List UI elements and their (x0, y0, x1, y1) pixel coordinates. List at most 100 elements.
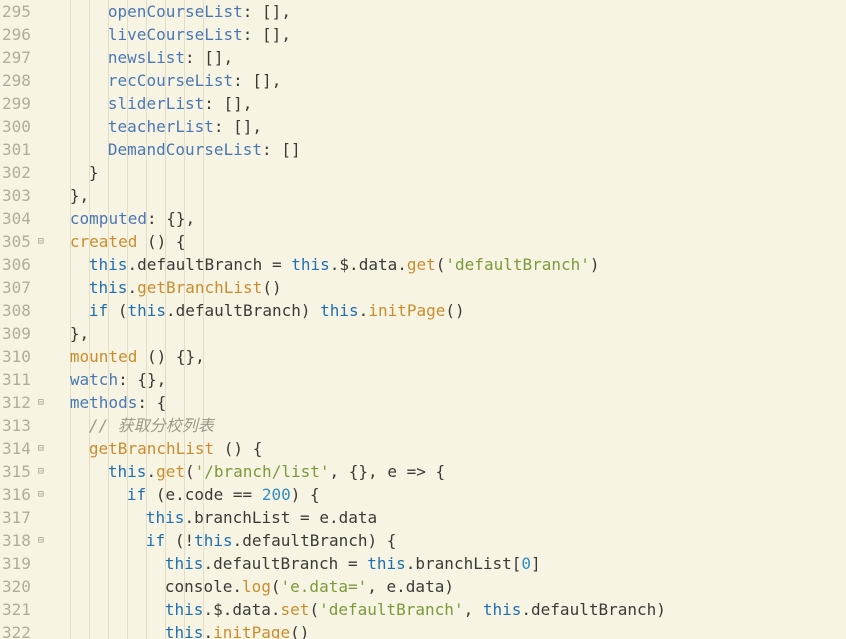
fold-marker (35, 345, 47, 368)
gutter: 2952962972982993003013023033043053063073… (0, 0, 47, 639)
code-line[interactable]: if (this.defaultBranch) this.initPage() (51, 299, 846, 322)
token-kw: this (146, 508, 185, 527)
code-line[interactable]: getBranchList () { (51, 437, 846, 460)
code-line[interactable]: liveCourseList: [], (51, 23, 846, 46)
code-line[interactable]: this.defaultBranch = this.$.data.get('de… (51, 253, 846, 276)
fold-marker[interactable]: ⊟ (35, 529, 47, 552)
fold-marker (35, 575, 47, 598)
code-line[interactable]: this.get('/branch/list', {}, e => { (51, 460, 846, 483)
token-punc: . (166, 301, 176, 320)
code-line[interactable]: } (51, 161, 846, 184)
fold-marker[interactable]: ⊟ (35, 230, 47, 253)
code-line[interactable]: created () { (51, 230, 846, 253)
token-punc: . (184, 508, 194, 527)
code-line[interactable]: watch: {}, (51, 368, 846, 391)
code-line[interactable]: this.getBranchList() (51, 276, 846, 299)
line-number: 296 (2, 23, 31, 46)
token-punc: } (89, 163, 99, 182)
token-punc: () (224, 439, 243, 458)
token-punc: {} (166, 209, 185, 228)
token-sp (397, 462, 407, 481)
token-sp (338, 554, 348, 573)
fold-marker (35, 598, 47, 621)
token-sp (214, 439, 224, 458)
token-punc: [] (262, 25, 281, 44)
token-punc: { (176, 232, 186, 251)
token-punc: () (445, 301, 464, 320)
code-line[interactable]: methods: { (51, 391, 846, 414)
token-kw: this (165, 600, 204, 619)
code-line[interactable]: openCourseList: [], (51, 0, 846, 23)
line-number: 312 (2, 391, 31, 414)
token-kw: this (483, 600, 522, 619)
line-number: 302 (2, 161, 31, 184)
code-line[interactable]: recCourseList: [], (51, 69, 846, 92)
code-line[interactable]: this.branchList = e.data (51, 506, 846, 529)
token-ident: e (319, 508, 329, 527)
line-number: 301 (2, 138, 31, 161)
code-line[interactable]: if (e.code == 200) { (51, 483, 846, 506)
fold-marker[interactable]: ⊟ (35, 460, 47, 483)
code-area[interactable]: openCourseList: [],liveCourseList: [],ne… (47, 0, 846, 639)
code-line[interactable]: }, (51, 322, 846, 345)
token-kw: this (291, 255, 330, 274)
token-method: created (70, 232, 137, 251)
token-str: 'defaultBranch' (319, 600, 464, 619)
fold-marker[interactable]: ⊟ (35, 437, 47, 460)
code-line[interactable]: this.$.data.set('defaultBranch', this.de… (51, 598, 846, 621)
token-sp (165, 531, 175, 550)
code-line[interactable]: computed: {}, (51, 207, 846, 230)
fold-marker[interactable]: ⊟ (35, 391, 47, 414)
token-op: == (233, 485, 252, 504)
token-punc: }, (70, 186, 89, 205)
code-line[interactable]: }, (51, 184, 846, 207)
code-line[interactable]: teacherList: [], (51, 115, 846, 138)
token-punc: { (253, 439, 263, 458)
line-number: 314 (2, 437, 31, 460)
code-line[interactable]: this.defaultBranch = this.branchList[0] (51, 552, 846, 575)
token-comment: // 获取分校列表 (89, 416, 214, 435)
code-line[interactable]: sliderList: [], (51, 92, 846, 115)
fold-marker (35, 184, 47, 207)
token-punc: ) (368, 531, 378, 550)
token-sp (282, 255, 292, 274)
token-method: log (242, 577, 271, 596)
token-sp (358, 554, 368, 573)
code-line[interactable]: newsList: [], (51, 46, 846, 69)
fold-marker (35, 138, 47, 161)
token-ident: branchList (415, 554, 511, 573)
token-ident: defaultBranch (176, 301, 301, 320)
token-sp (377, 577, 387, 596)
token-punc: : (243, 2, 253, 21)
code-line[interactable]: console.log('e.data=', e.data) (51, 575, 846, 598)
token-punc: : (147, 209, 157, 228)
token-key: sliderList (108, 94, 204, 113)
token-ident: data (339, 508, 378, 527)
token-ident: defaultBranch (137, 255, 262, 274)
code-line[interactable]: DemandCourseList: [] (51, 138, 846, 161)
token-sp (195, 48, 205, 67)
token-sp (223, 485, 233, 504)
token-punc: , (367, 577, 377, 596)
code-editor[interactable]: 2952962972982993003013023033043053063073… (0, 0, 846, 639)
token-sp (108, 301, 118, 320)
code-line[interactable]: if (!this.defaultBranch) { (51, 529, 846, 552)
fold-marker-column[interactable]: ⊟⊟⊟⊟⊟⊟ (35, 0, 47, 639)
token-punc: ( (156, 485, 166, 504)
token-punc: , (157, 370, 167, 389)
token-sp (252, 2, 262, 21)
fold-marker (35, 92, 47, 115)
token-punc: . (359, 301, 369, 320)
token-punc: . (396, 577, 406, 596)
token-sp (290, 508, 300, 527)
token-punc: , (186, 209, 196, 228)
token-kw: this (367, 554, 406, 573)
fold-marker (35, 299, 47, 322)
code-line[interactable]: // 获取分校列表 (51, 414, 846, 437)
token-punc: ) (291, 485, 301, 504)
line-number: 297 (2, 46, 31, 69)
fold-marker[interactable]: ⊟ (35, 483, 47, 506)
code-line[interactable]: mounted () {}, (51, 345, 846, 368)
code-line[interactable]: this.initPage() (51, 621, 846, 639)
token-kw: if (127, 485, 146, 504)
